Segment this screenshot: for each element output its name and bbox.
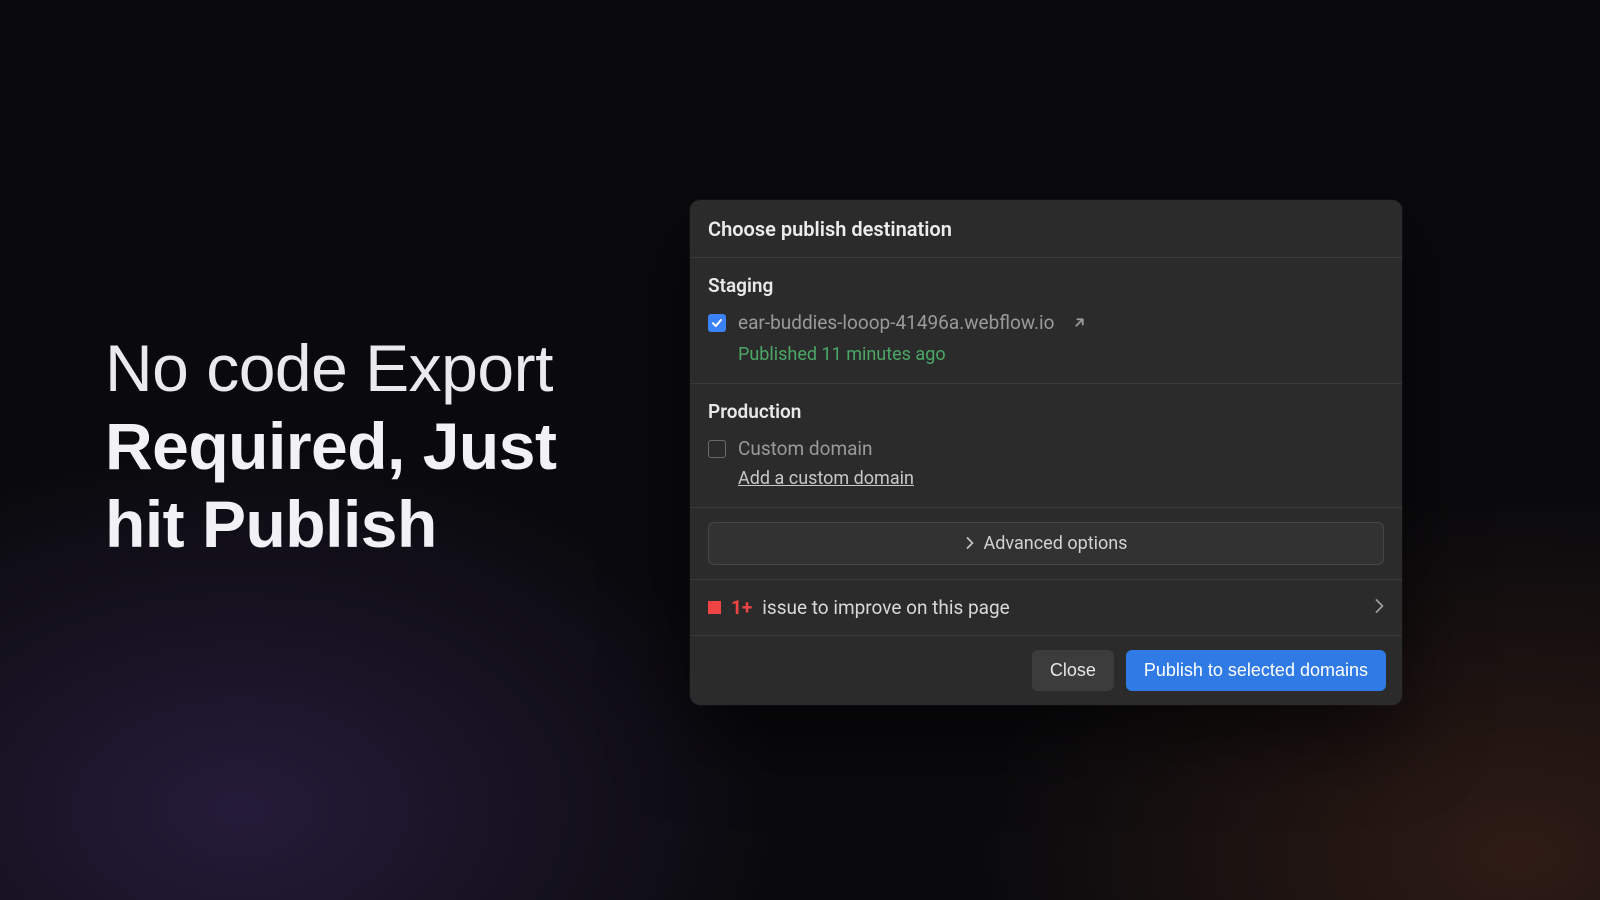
dialog-header: Choose publish destination — [690, 200, 1402, 258]
staging-checkbox[interactable] — [708, 314, 726, 332]
external-link-icon[interactable] — [1072, 315, 1087, 330]
staging-domain-text: ear-buddies-looop-41496a.webflow.io — [738, 311, 1054, 334]
advanced-options-label: Advanced options — [984, 533, 1128, 554]
published-status: Published 11 minutes ago — [738, 344, 1384, 365]
advanced-options-wrap: Advanced options — [690, 508, 1402, 580]
staging-section-title: Staging — [708, 274, 1384, 297]
check-icon — [711, 317, 723, 329]
production-checkbox[interactable] — [708, 440, 726, 458]
publish-button[interactable]: Publish to selected domains — [1126, 650, 1386, 691]
issues-row[interactable]: 1+ issue to improve on this page — [690, 580, 1402, 636]
dialog-title: Choose publish destination — [708, 217, 1384, 241]
dialog-footer: Close Publish to selected domains — [690, 636, 1402, 705]
add-custom-domain-link[interactable]: Add a custom domain — [738, 468, 914, 489]
close-button[interactable]: Close — [1032, 650, 1114, 691]
production-section-title: Production — [708, 400, 1384, 423]
advanced-options-button[interactable]: Advanced options — [708, 522, 1384, 565]
production-section: Production Custom domain Add a custom do… — [690, 384, 1402, 508]
production-domain-row: Custom domain — [708, 437, 1384, 460]
headline-line-1: No code Export — [105, 331, 553, 405]
issue-indicator-icon — [708, 601, 721, 614]
staging-section: Staging ear-buddies-looop-41496a.webflow… — [690, 258, 1402, 384]
staging-domain-row: ear-buddies-looop-41496a.webflow.io — [708, 311, 1384, 334]
chevron-right-icon — [965, 535, 974, 553]
headline-line-3: hit Publish — [105, 487, 437, 561]
marketing-headline: No code Export Required, Just hit Publis… — [105, 330, 556, 564]
publish-dialog: Choose publish destination Staging ear-b… — [690, 200, 1402, 705]
issue-count: 1+ — [731, 596, 752, 619]
headline-line-2: Required, Just — [105, 409, 556, 483]
issue-text: issue to improve on this page — [762, 596, 1365, 619]
chevron-right-icon — [1375, 598, 1384, 617]
custom-domain-label: Custom domain — [738, 437, 873, 460]
